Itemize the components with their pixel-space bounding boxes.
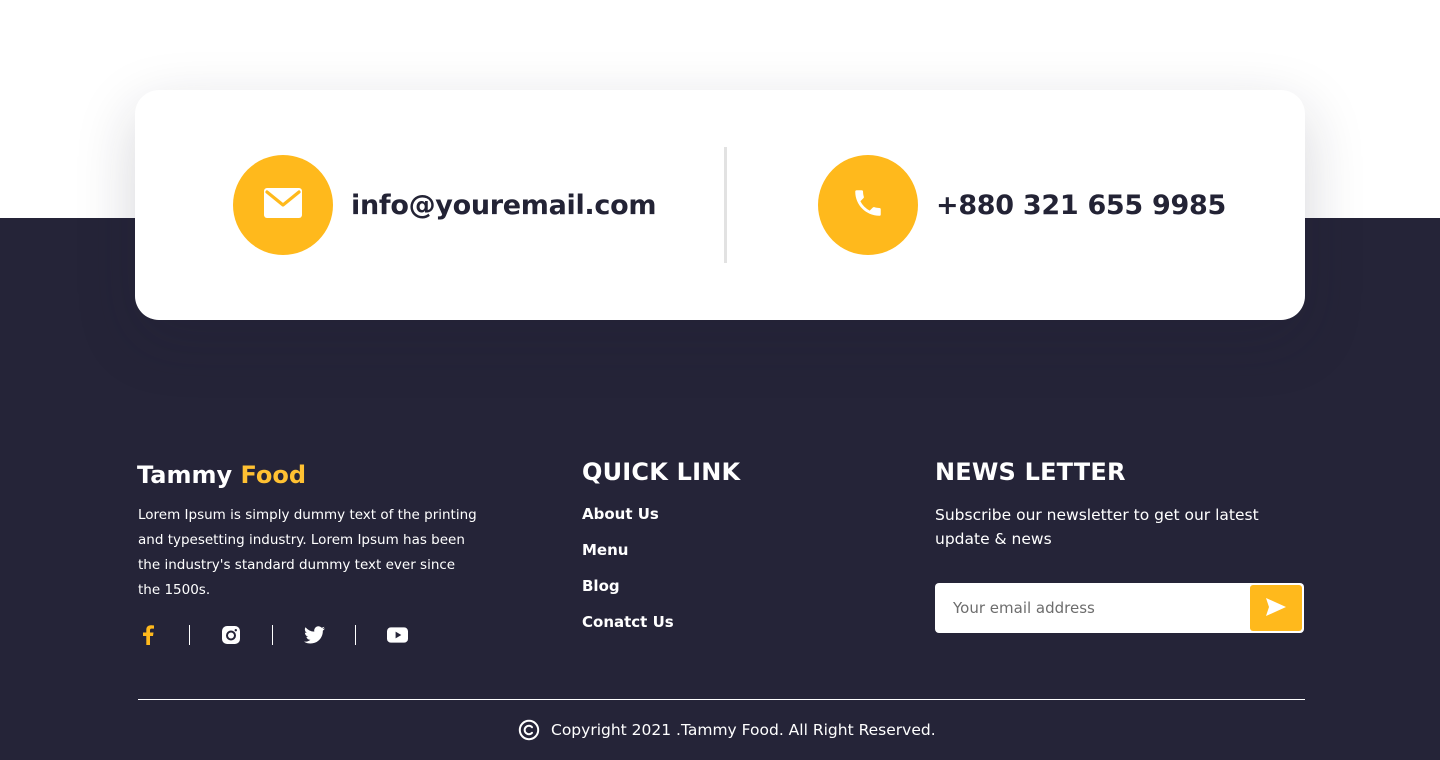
quick-link-menu[interactable]: Menu xyxy=(582,541,674,577)
copyright-text: Copyright 2021 .Tammy Food. All Right Re… xyxy=(551,721,936,739)
social-links xyxy=(137,624,408,646)
youtube-icon[interactable] xyxy=(386,624,408,646)
email-icon-circle xyxy=(233,155,333,255)
brand-name: Tammy xyxy=(137,461,233,489)
brand-logo[interactable]: Tammy Food xyxy=(137,461,306,489)
envelope-icon xyxy=(264,187,302,223)
quick-link-about[interactable]: About Us xyxy=(582,505,674,541)
newsletter-submit-button[interactable] xyxy=(1250,585,1302,631)
phone-text[interactable]: +880 321 655 9985 xyxy=(936,190,1226,221)
phone-icon xyxy=(851,186,885,225)
social-separator xyxy=(272,625,273,645)
quick-link-list: About Us Menu Blog Conatct Us xyxy=(582,505,674,649)
social-separator xyxy=(355,625,356,645)
contact-email[interactable]: info@youremail.com xyxy=(233,155,656,255)
contact-card: info@youremail.com +880 321 655 9985 xyxy=(135,90,1305,320)
newsletter-title: NEWS LETTER xyxy=(935,458,1126,486)
newsletter-form xyxy=(935,583,1304,633)
facebook-icon[interactable] xyxy=(137,624,159,646)
about-text: Lorem Ipsum is simply dummy text of the … xyxy=(138,507,477,598)
footer-divider xyxy=(138,699,1305,700)
quick-link-title: QUICK LINK xyxy=(582,458,741,486)
contact-divider xyxy=(724,147,727,263)
social-separator xyxy=(189,625,190,645)
newsletter-email-input[interactable] xyxy=(935,583,1250,633)
email-text[interactable]: info@youremail.com xyxy=(351,190,656,221)
contact-phone[interactable]: +880 321 655 9985 xyxy=(818,155,1226,255)
twitter-icon[interactable] xyxy=(303,624,325,646)
brand-accent: Food xyxy=(240,461,307,489)
instagram-icon[interactable] xyxy=(220,624,242,646)
quick-link-contact[interactable]: Conatct Us xyxy=(582,613,674,649)
newsletter-description: Subscribe our newsletter to get our late… xyxy=(935,506,1259,548)
quick-link-blog[interactable]: Blog xyxy=(582,577,674,613)
copyright-icon xyxy=(518,719,540,741)
copyright: Copyright 2021 .Tammy Food. All Right Re… xyxy=(518,719,936,741)
send-icon xyxy=(1265,597,1287,620)
phone-icon-circle xyxy=(818,155,918,255)
